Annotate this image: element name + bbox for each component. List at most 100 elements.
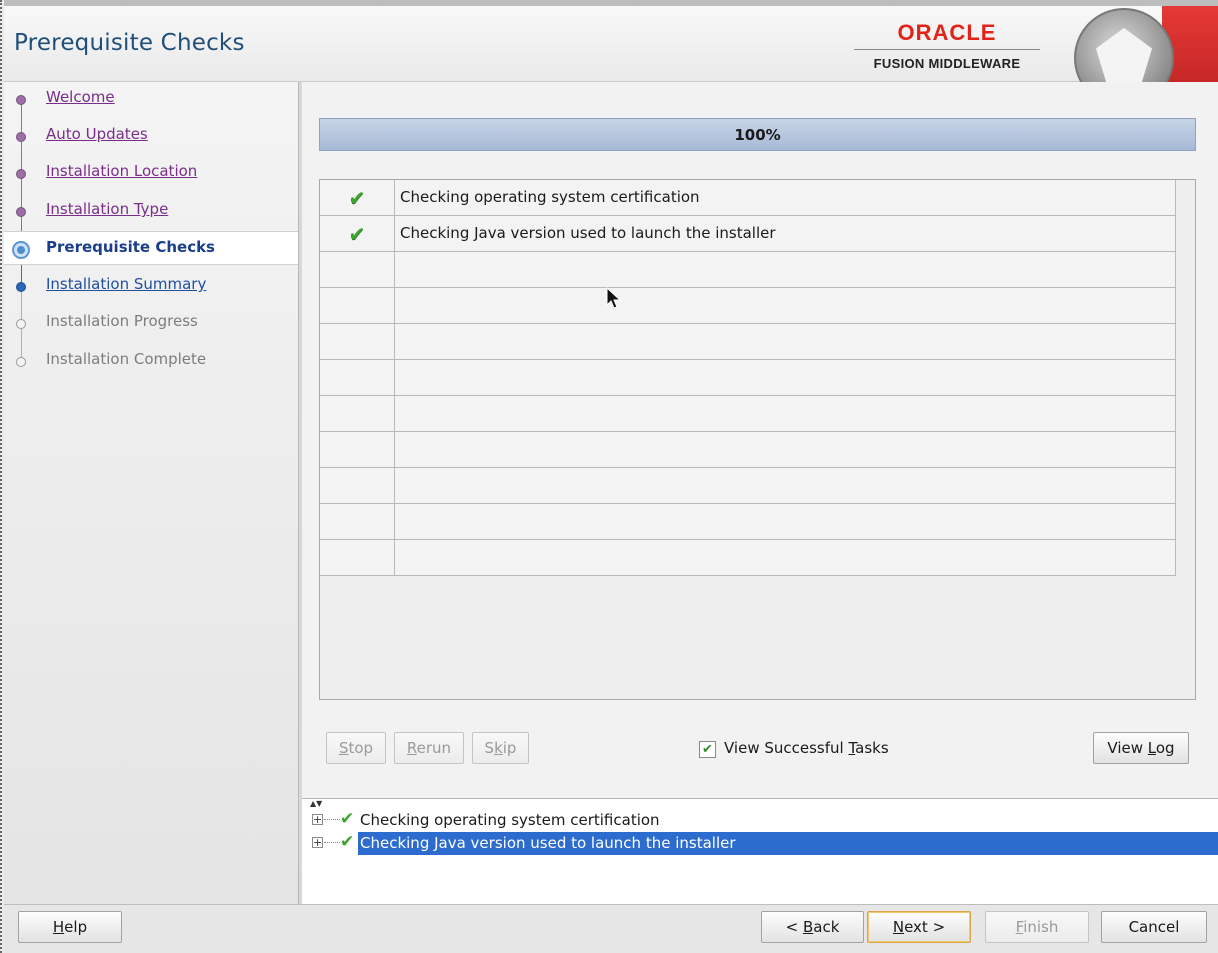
skip-button[interactable]: Skip xyxy=(472,732,529,764)
label-part: S xyxy=(484,739,495,757)
status-cell xyxy=(320,252,395,288)
expand-icon[interactable]: + xyxy=(312,814,323,825)
wizard-footer: Help < Back Next > Finish Cancel xyxy=(4,904,1218,953)
status-cell xyxy=(320,432,395,468)
checkbox-label[interactable]: View Successful Tasks xyxy=(724,739,889,757)
label-part: og xyxy=(1155,739,1175,757)
finish-button[interactable]: Finish xyxy=(985,911,1089,943)
status-cell xyxy=(320,324,395,360)
brand-name: ORACLE xyxy=(897,20,997,45)
step-dot-icon xyxy=(16,207,26,217)
brand-divider xyxy=(854,49,1040,50)
nav-step-installation-type[interactable]: Installation Type xyxy=(4,194,298,228)
label-part: erun xyxy=(416,739,452,757)
label-part: < xyxy=(785,918,803,936)
label-part: top xyxy=(348,739,374,757)
nav-step-label[interactable]: Prerequisite Checks xyxy=(46,238,215,256)
next-button[interactable]: Next > xyxy=(867,911,971,943)
progress-label: 100% xyxy=(734,126,781,144)
label-part: asks xyxy=(855,739,889,757)
mnemonic: H xyxy=(52,918,65,936)
table-row-empty xyxy=(320,288,1175,324)
collapse-grip-icon[interactable]: ▲▼ xyxy=(310,799,322,808)
label-part: ip xyxy=(502,739,517,757)
mnemonic: L xyxy=(1147,739,1156,757)
tree-row-label: Checking operating system certification xyxy=(360,811,660,829)
status-cell: ✔ xyxy=(320,216,395,252)
step-dot-icon xyxy=(16,319,26,329)
mnemonic: k xyxy=(494,739,503,757)
status-cell xyxy=(320,468,395,504)
nav-step-installation-complete: Installation Complete xyxy=(4,344,298,378)
nav-step-label[interactable]: Installation Type xyxy=(46,200,168,218)
mouse-cursor-icon xyxy=(606,287,622,309)
table-row-empty xyxy=(320,540,1175,576)
installer-window: Prerequisite Checks ORACLE FUSION MIDDLE… xyxy=(0,0,1218,953)
check-icon: ✔ xyxy=(348,186,366,210)
page-title: Prerequisite Checks xyxy=(14,30,245,56)
check-icon: ✔ xyxy=(340,809,355,829)
wizard-steps-nav: Welcome Auto Updates Installation Locati… xyxy=(4,82,298,904)
table-row-empty xyxy=(320,468,1175,504)
progress-bar: 100% xyxy=(319,118,1196,151)
nav-step-label[interactable]: Auto Updates xyxy=(46,125,148,143)
mnemonic: R xyxy=(406,739,417,757)
table-row-empty xyxy=(320,360,1175,396)
selection-highlight: Checking Java version used to launch the… xyxy=(358,832,1218,855)
tree-row-selected[interactable]: + ✔ Checking Java version used to launch… xyxy=(302,832,1218,855)
tree-row[interactable]: + ✔ Checking operating system certificat… xyxy=(302,809,1218,832)
tree-row-label: Checking Java version used to launch the… xyxy=(360,834,736,852)
step-dot-icon xyxy=(16,169,26,179)
task-name: Checking operating system certification xyxy=(400,188,700,206)
nav-step-label: Installation Complete xyxy=(46,350,207,368)
nav-step-installation-summary[interactable]: Installation Summary xyxy=(4,269,298,303)
header: Prerequisite Checks ORACLE FUSION MIDDLE… xyxy=(4,0,1218,82)
table-row-empty xyxy=(320,396,1175,432)
nav-step-prerequisite-checks[interactable]: Prerequisite Checks xyxy=(4,231,298,265)
table-row-empty xyxy=(320,252,1175,288)
status-cell xyxy=(320,288,395,324)
table-right-border xyxy=(1175,180,1176,576)
label-part: inish xyxy=(1023,918,1059,936)
table-row-empty xyxy=(320,432,1175,468)
current-step-icon xyxy=(12,241,30,259)
nav-step-label: Installation Progress xyxy=(46,312,198,330)
rerun-button[interactable]: Rerun xyxy=(394,732,464,764)
nav-step-welcome[interactable]: Welcome xyxy=(4,82,298,116)
emblem-disc xyxy=(1074,8,1174,82)
nav-step-label[interactable]: Installation Summary xyxy=(46,275,206,293)
table-row[interactable]: ✔ Checking Java version used to launch t… xyxy=(320,216,1175,252)
mnemonic: N xyxy=(892,918,905,936)
status-cell xyxy=(320,360,395,396)
nav-step-label[interactable]: Installation Location xyxy=(46,162,197,180)
table-row-empty xyxy=(320,504,1175,540)
label-part: elp xyxy=(64,918,88,936)
nav-step-label[interactable]: Welcome xyxy=(46,88,115,106)
checkbox[interactable]: ✔ xyxy=(699,741,716,758)
oracle-logo: ORACLE FUSION MIDDLEWARE xyxy=(854,20,1040,71)
status-cell xyxy=(320,396,395,432)
back-button[interactable]: < Back xyxy=(761,911,864,943)
table-row[interactable]: ✔ Checking operating system certificatio… xyxy=(320,180,1175,216)
nav-step-installation-progress: Installation Progress xyxy=(4,306,298,340)
task-name: Checking Java version used to launch the… xyxy=(400,224,776,242)
help-button[interactable]: Help xyxy=(18,911,122,943)
step-dot-icon xyxy=(16,357,26,367)
task-controls: Stop Rerun Skip ✔ View Successful Tasks … xyxy=(302,732,1218,772)
step-dot-icon xyxy=(16,95,26,105)
view-log-button[interactable]: View Log xyxy=(1093,732,1189,764)
pentagon-icon xyxy=(1096,28,1152,82)
label-part: ack xyxy=(813,918,840,936)
status-cell xyxy=(320,504,395,540)
nav-step-auto-updates[interactable]: Auto Updates xyxy=(4,119,298,153)
check-icon: ✔ xyxy=(340,832,355,852)
stop-button[interactable]: Stop xyxy=(326,732,386,764)
step-dot-icon xyxy=(16,132,26,142)
cancel-button[interactable]: Cancel xyxy=(1101,911,1207,943)
prerequisite-task-table: ✔ Checking operating system certificatio… xyxy=(319,179,1196,700)
check-icon: ✔ xyxy=(348,222,366,246)
brand-product: FUSION MIDDLEWARE xyxy=(873,56,1021,71)
expand-icon[interactable]: + xyxy=(312,837,323,848)
nav-step-installation-location[interactable]: Installation Location xyxy=(4,156,298,190)
task-detail-tree: ▲▼ + ✔ Checking operating system certifi… xyxy=(302,798,1218,904)
